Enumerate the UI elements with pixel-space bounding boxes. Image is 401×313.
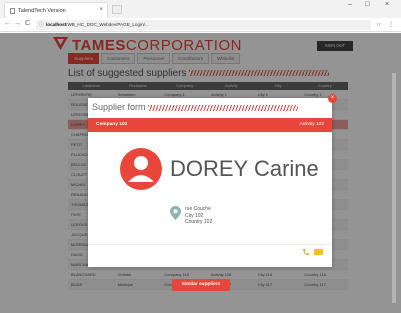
lock-icon: ⓘ xyxy=(39,22,45,28)
phone-icon[interactable] xyxy=(302,248,310,256)
url-path: /WB_HC_DOC_Webdev/PAGE_Login/... xyxy=(66,22,149,27)
page: TAMESCORPORATION SIGN OUT Suppliers Custo… xyxy=(0,33,401,313)
map-pin-icon xyxy=(170,206,181,220)
reload-button[interactable]: C xyxy=(25,20,30,27)
address-street: rue Couche xyxy=(185,206,211,212)
url-input[interactable]: ⓘ localhost/WB_HC_DOC_Webdev/PAGE_Login/… xyxy=(36,20,371,30)
menu-icon[interactable]: ⋮ xyxy=(388,21,394,28)
tab-close-icon[interactable]: × xyxy=(99,7,103,13)
close-icon[interactable]: × xyxy=(328,94,337,103)
window-maximize-button[interactable]: □ xyxy=(365,1,369,8)
address-bar: ← → C ⓘ localhost/WB_HC_DOC_Webdev/PAGE_… xyxy=(0,18,401,32)
activity-label: Activity 102 xyxy=(299,122,324,127)
modal-title-decoration xyxy=(148,104,299,111)
browser-tab[interactable]: TalendTech Version × xyxy=(4,2,108,18)
similar-suppliers-button[interactable]: Similar suppliers xyxy=(172,279,230,291)
modal-title: Supplier form xyxy=(92,102,299,112)
supplier-name: DOREY Carine xyxy=(170,156,319,181)
mail-icon[interactable] xyxy=(314,249,323,255)
company-label: Company 102 xyxy=(96,122,128,127)
forward-button[interactable]: → xyxy=(14,20,21,27)
page-icon xyxy=(10,7,15,14)
star-icon[interactable]: ☆ xyxy=(376,21,381,28)
person-avatar-icon xyxy=(120,148,162,190)
supplier-form-modal: × Supplier form Company 102 Activity 102… xyxy=(88,94,337,267)
new-tab-button[interactable] xyxy=(112,5,122,14)
address-country: Country 102 xyxy=(185,219,213,225)
page-scrollbar[interactable] xyxy=(392,73,396,303)
back-button[interactable]: ← xyxy=(4,20,11,27)
supplier-card-header: Company 102 Activity 102 xyxy=(88,118,332,132)
supplier-address: rue Couche City 102 Country 102 xyxy=(185,206,212,226)
tab-title: TalendTech Version xyxy=(18,7,66,14)
url-host: localhost xyxy=(46,22,67,27)
window-close-button[interactable]: × xyxy=(385,1,389,8)
browser-tabbar: TalendTech Version × – □ × xyxy=(0,0,401,18)
card-divider xyxy=(88,244,332,245)
window-minimize-button[interactable]: – xyxy=(348,1,352,8)
